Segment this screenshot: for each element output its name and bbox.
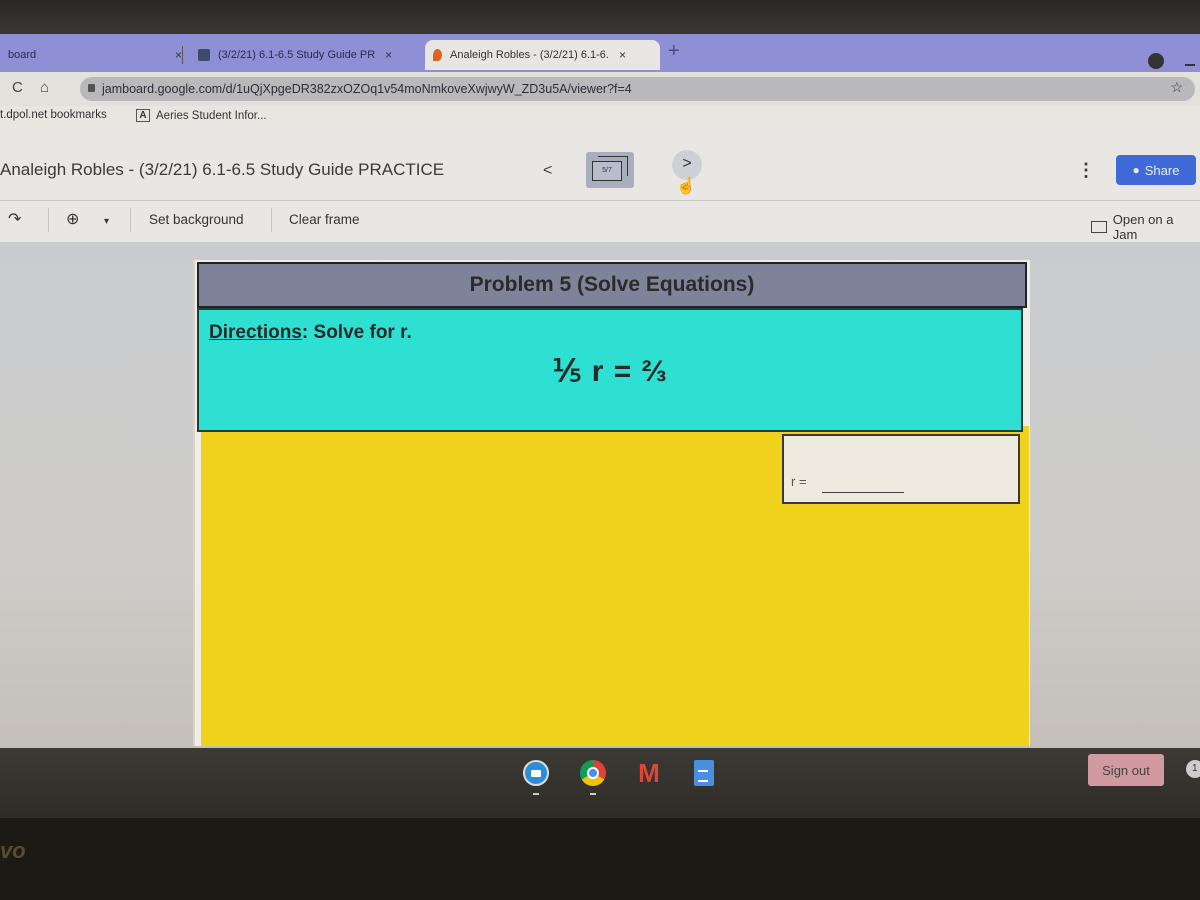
- minimize-icon[interactable]: [1185, 64, 1195, 66]
- answer-blank: [822, 492, 904, 493]
- hand-cursor-icon: ☝: [676, 178, 696, 195]
- frame-bar-button[interactable]: 5/7: [586, 152, 634, 188]
- directions-body: : Solve for r.: [301, 322, 412, 343]
- set-background-button[interactable]: Set background: [149, 212, 244, 227]
- sign-out-button[interactable]: Sign out: [1088, 754, 1164, 786]
- cast-icon: [1091, 221, 1107, 233]
- frame-indicator: 5/7: [592, 161, 622, 181]
- bookmark-label: t.dpol.net bookmarks: [0, 109, 107, 121]
- zoom-dropdown-icon[interactable]: ▾: [104, 216, 109, 227]
- problem-panel: Directions: Solve for r. ⅕ r = ⅔: [197, 308, 1023, 432]
- open-on-jamboard-button[interactable]: Open on a Jam: [1091, 212, 1200, 242]
- jamboard-toolbar: ↷ ⊕ ▾ Set background Clear frame Open on…: [0, 206, 1200, 242]
- running-indicator: [590, 793, 596, 795]
- gmail-app-icon[interactable]: M: [636, 760, 662, 786]
- docs-app-icon[interactable]: [694, 760, 714, 786]
- lock-icon: [88, 84, 95, 92]
- close-tab-icon[interactable]: ×: [175, 48, 182, 62]
- reload-icon[interactable]: C: [12, 79, 23, 96]
- share-button[interactable]: ● Share: [1116, 155, 1196, 185]
- bookmark-folder[interactable]: t.dpol.net bookmarks: [0, 109, 107, 121]
- bookmark-star-icon[interactable]: ☆: [1170, 79, 1183, 96]
- browser-tab-active[interactable]: Analeigh Robles - (3/2/21) 6.1-6. ×: [425, 40, 660, 70]
- divider: [271, 208, 272, 232]
- close-tab-icon[interactable]: ×: [619, 48, 626, 62]
- equation: ⅕ r = ⅔: [552, 355, 668, 388]
- clear-frame-button[interactable]: Clear frame: [289, 212, 360, 227]
- divider: [48, 208, 49, 232]
- jamboard-icon: [433, 49, 442, 61]
- bookmark-aeries[interactable]: A Aeries Student Infor...: [136, 109, 267, 122]
- address-bar[interactable]: jamboard.google.com/d/1uQjXpgeDR382zxOZO…: [80, 77, 1195, 101]
- problem-title: Problem 5 (Solve Equations): [469, 273, 755, 296]
- zoom-icon[interactable]: ⊕: [66, 209, 79, 229]
- answer-box: r =: [782, 434, 1020, 504]
- jam-frame[interactable]: Problem 5 (Solve Equations) Directions: …: [193, 260, 1030, 746]
- directions-text: Directions: Solve for r.: [209, 322, 412, 344]
- problem-header: Problem 5 (Solve Equations): [197, 262, 1027, 308]
- divider: [130, 208, 131, 232]
- person-icon: ●: [1132, 163, 1140, 177]
- answer-label: r =: [791, 474, 807, 489]
- zoom-app-icon[interactable]: [523, 760, 549, 786]
- browser-tab[interactable]: (3/2/21) 6.1-6.5 Study Guide PR ×: [190, 40, 420, 70]
- open-on-jamboard-label: Open on a Jam: [1112, 212, 1174, 242]
- previous-frame-button[interactable]: <: [543, 162, 552, 180]
- notification-badge[interactable]: 1: [1186, 760, 1200, 778]
- url-text: jamboard.google.com/d/1uQjXpgeDR382zxOZO…: [102, 82, 632, 96]
- bookmarks-bar: t.dpol.net bookmarks A Aeries Student In…: [0, 106, 1200, 128]
- running-indicator: [533, 793, 539, 795]
- tab-title: Analeigh Robles - (3/2/21) 6.1-6.: [450, 49, 609, 61]
- aeries-icon: A: [136, 109, 150, 122]
- redo-icon[interactable]: ↷: [8, 209, 21, 229]
- divider: [0, 200, 1200, 201]
- profile-icon[interactable]: [1148, 53, 1164, 69]
- share-label: Share: [1144, 162, 1180, 178]
- more-options-icon[interactable]: ⋮: [1077, 160, 1095, 181]
- browser-tab[interactable]: board ×: [0, 40, 190, 70]
- bookmark-label: Aeries Student Infor...: [156, 109, 267, 122]
- screen-bezel: [0, 0, 1200, 36]
- jamboard-app: Analeigh Robles - (3/2/21) 6.1-6.5 Study…: [0, 128, 1200, 748]
- home-icon[interactable]: ⌂: [40, 79, 49, 96]
- new-tab-button[interactable]: +: [668, 40, 680, 63]
- directions-label: Directions: [209, 322, 302, 343]
- browser-tab-strip: board × (3/2/21) 6.1-6.5 Study Guide PR …: [0, 34, 1200, 72]
- close-tab-icon[interactable]: ×: [385, 48, 392, 62]
- canvas-area: Problem 5 (Solve Equations) Directions: …: [0, 242, 1200, 748]
- classroom-icon: [198, 49, 210, 61]
- tab-divider: [182, 46, 183, 64]
- document-title: Analeigh Robles - (3/2/21) 6.1-6.5 Study…: [0, 160, 445, 179]
- device-brand-logo: vo: [0, 838, 26, 863]
- tab-title: board: [8, 49, 37, 61]
- chromeos-shelf: M Sign out 1: [0, 748, 1200, 818]
- chrome-app-icon[interactable]: [580, 760, 606, 786]
- tab-title: (3/2/21) 6.1-6.5 Study Guide PR: [218, 49, 376, 61]
